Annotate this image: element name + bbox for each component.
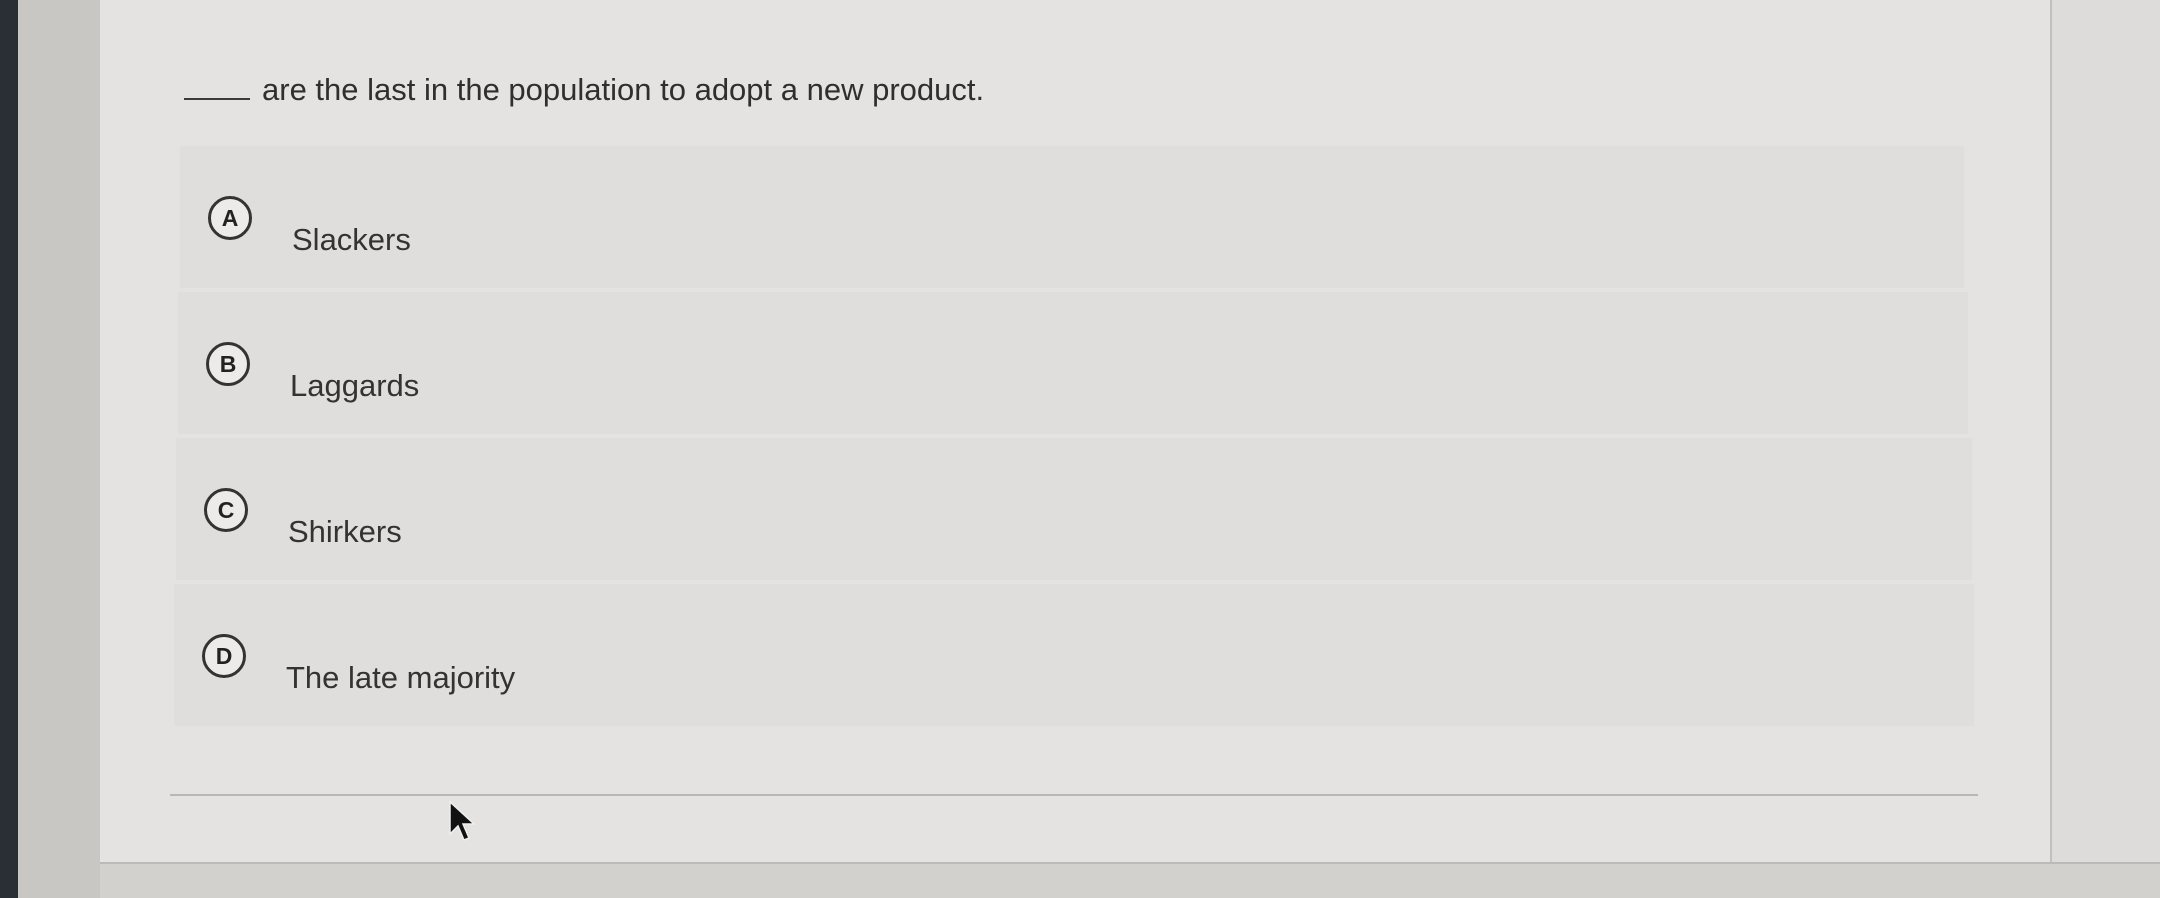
option-letter-badge: D xyxy=(202,634,246,678)
right-margin xyxy=(2050,0,2160,898)
option-c[interactable]: C Shirkers xyxy=(176,438,1972,580)
section-divider xyxy=(170,794,1978,796)
left-window-edge xyxy=(0,0,18,898)
option-label: Laggards xyxy=(290,368,420,403)
answer-blank xyxy=(184,98,250,100)
option-label: Shirkers xyxy=(288,514,402,549)
mouse-pointer-icon xyxy=(449,800,476,841)
option-letter-badge: C xyxy=(204,488,248,532)
option-b[interactable]: B Laggards xyxy=(178,292,1968,434)
option-letter-badge: A xyxy=(208,196,252,240)
option-a[interactable]: A Slackers xyxy=(180,146,1964,288)
left-margin xyxy=(18,0,110,898)
option-letter-badge: B xyxy=(206,342,250,386)
screen: are the last in the population to adopt … xyxy=(0,0,2160,898)
option-d[interactable]: D The late majority xyxy=(174,584,1974,726)
option-label: The late majority xyxy=(286,660,516,695)
question-text: are the last in the population to adopt … xyxy=(262,72,985,107)
question-stem: are the last in the population to adopt … xyxy=(184,72,984,108)
bottom-bar xyxy=(100,862,2160,898)
option-label: Slackers xyxy=(292,222,411,257)
